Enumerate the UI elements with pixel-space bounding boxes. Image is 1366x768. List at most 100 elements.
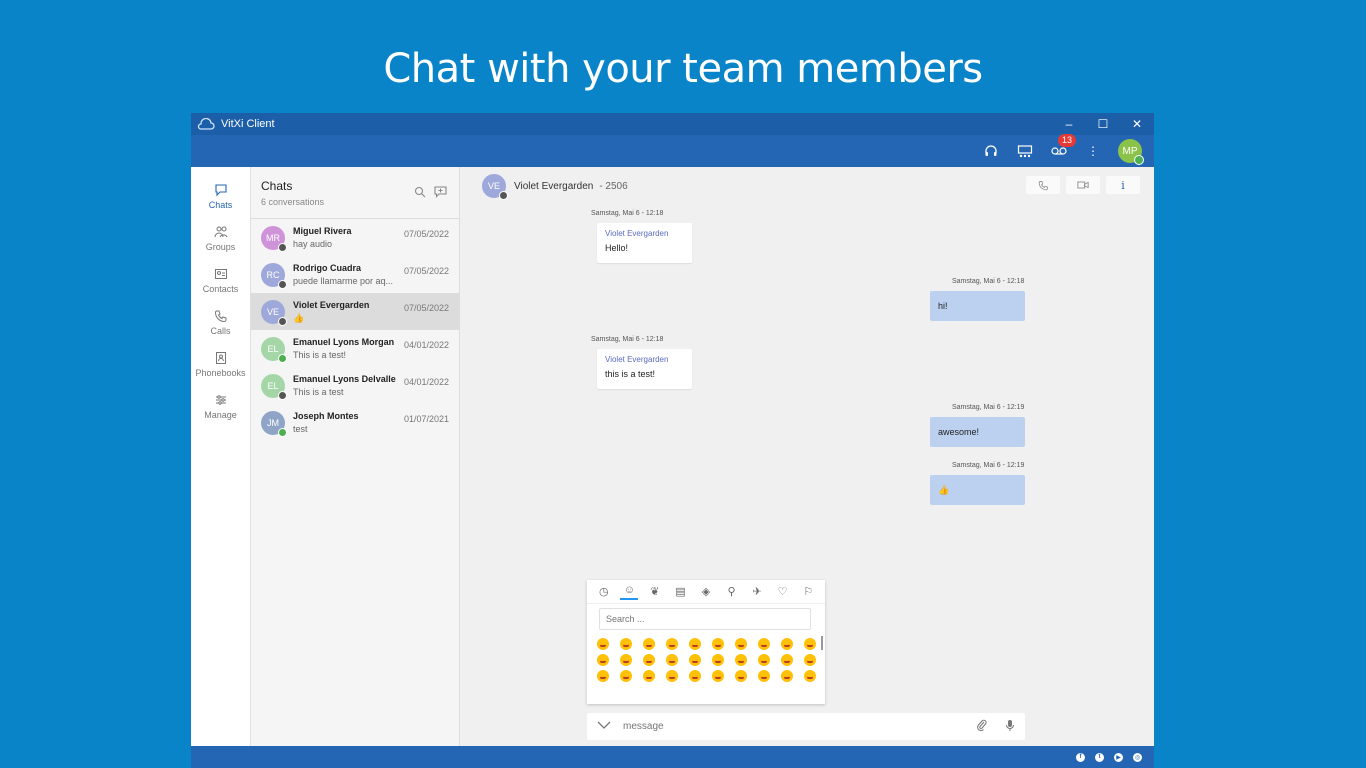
flags-tab-icon[interactable]: ⚐: [799, 585, 817, 598]
places-tab-icon[interactable]: ⚲: [723, 585, 741, 598]
recent-emoji-tab-icon[interactable]: ◷: [595, 585, 613, 598]
emoji-face-icon[interactable]: [665, 638, 678, 650]
sidebar-item-manage[interactable]: Manage: [191, 385, 250, 427]
attachment-icon[interactable]: [977, 719, 987, 734]
search-icon[interactable]: [414, 185, 426, 203]
conversation-preview: test: [293, 424, 308, 434]
emoji-face-icon[interactable]: [803, 654, 816, 666]
facebook-icon[interactable]: f: [1076, 752, 1085, 762]
emoji-face-icon[interactable]: [757, 654, 770, 666]
conversation-preview: hay audio: [293, 239, 333, 249]
info-button[interactable]: i: [1106, 176, 1140, 194]
emoji-face-icon[interactable]: [780, 670, 793, 682]
conversation-date: 04/01/2022: [403, 377, 449, 387]
emoji-face-icon[interactable]: [665, 670, 678, 682]
sidebar-item-label: Contacts: [202, 283, 239, 294]
list-item[interactable]: EL Emanuel Lyons Delvalle This is a test 04…: [251, 367, 459, 404]
contact-name: Violet Evergarden: [514, 180, 594, 192]
emoji-face-icon[interactable]: [757, 638, 770, 650]
avatar: EL: [261, 373, 287, 400]
avatar: EL: [261, 336, 287, 363]
voicemail-badge: 13: [1057, 134, 1076, 147]
emoji-face-icon[interactable]: [688, 654, 701, 666]
emoji-face-icon[interactable]: [780, 654, 793, 666]
emoji-face-icon[interactable]: [688, 638, 701, 650]
conference-icon[interactable]: [1016, 142, 1034, 160]
emoji-search-input[interactable]: [599, 608, 811, 630]
app-toolbar: 13 ⋮ MP: [191, 134, 1154, 167]
symbols-tab-icon[interactable]: ♡: [774, 585, 792, 598]
call-button[interactable]: [1026, 176, 1060, 194]
phonebook-icon: [215, 351, 226, 364]
conversation-list: Chats 6 conversations MR Miguel Rivera hay…: [251, 167, 460, 746]
message-sender: Violet Evergarden: [605, 229, 669, 238]
list-item[interactable]: MR Miguel Rivera hay audio 07/05/2022: [251, 219, 459, 256]
avatar: JM: [261, 410, 287, 437]
phone-icon: [214, 310, 226, 322]
video-icon: [1077, 181, 1089, 189]
more-menu-icon[interactable]: ⋮: [1084, 142, 1102, 160]
sidebar-item-label: Phonebooks: [195, 367, 246, 378]
chat-icon: [214, 183, 227, 196]
emoji-face-icon[interactable]: [734, 670, 747, 682]
emoji-face-icon[interactable]: [642, 670, 655, 682]
conversation-name: Emanuel Lyons Morgan: [293, 337, 395, 347]
emoji-face-icon[interactable]: [596, 654, 609, 666]
video-call-button[interactable]: [1066, 176, 1100, 194]
sidebar-item-calls[interactable]: Calls: [191, 301, 250, 343]
twitter-icon[interactable]: t: [1095, 752, 1104, 762]
emoji-face-icon[interactable]: [642, 654, 655, 666]
emoji-face-icon[interactable]: [619, 670, 632, 682]
sidebar-item-phonebooks[interactable]: Phonebooks: [191, 343, 250, 385]
new-chat-icon[interactable]: [434, 185, 447, 203]
chat-pane: VE Violet Evergarden - 2506 i Samstag, M…: [460, 167, 1154, 746]
headset-icon[interactable]: [982, 142, 1000, 160]
conversation-date: 04/01/2022: [403, 340, 449, 350]
sidebar-item-groups[interactable]: Groups: [191, 217, 250, 259]
emoji-face-icon[interactable]: [757, 670, 770, 682]
sidebar-nav: Chats Groups Contacts Calls Phonebooks M…: [191, 167, 251, 746]
voicemail-button[interactable]: 13: [1050, 134, 1076, 160]
emoji-face-icon[interactable]: [596, 670, 609, 682]
emoji-face-icon[interactable]: [734, 654, 747, 666]
emoji-face-icon[interactable]: [734, 638, 747, 650]
activity-tab-icon[interactable]: ◈: [697, 585, 715, 598]
message-input[interactable]: [623, 721, 959, 732]
app-body: Chats Groups Contacts Calls Phonebooks M…: [191, 167, 1154, 746]
window-title: VitXi Client: [221, 118, 275, 130]
smileys-tab-icon[interactable]: ☺: [620, 584, 639, 600]
emoji-face-icon[interactable]: [780, 638, 793, 650]
emoji-scrollbar[interactable]: [821, 636, 823, 650]
cloud-logo-icon: [197, 117, 215, 131]
list-item[interactable]: JM Joseph Montes test 01/07/2021: [251, 404, 459, 441]
close-button[interactable]: ✕: [1120, 117, 1154, 131]
travel-tab-icon[interactable]: ✈: [748, 585, 766, 598]
emoji-face-icon[interactable]: [619, 638, 632, 650]
conversation-date: 07/05/2022: [403, 229, 449, 239]
emoji-face-icon[interactable]: [642, 638, 655, 650]
instagram-icon[interactable]: ◎: [1133, 752, 1142, 762]
list-item[interactable]: RC Rodrigo Cuadra puede llamarme por aq...…: [251, 256, 459, 293]
emoji-face-icon[interactable]: [711, 654, 724, 666]
emoji-face-icon[interactable]: [803, 638, 816, 650]
emoji-face-icon[interactable]: [803, 670, 816, 682]
emoji-face-icon[interactable]: [596, 638, 609, 650]
list-item[interactable]: VE Violet Evergarden 👍 07/05/2022: [251, 293, 459, 330]
emoji-face-icon[interactable]: [688, 670, 701, 682]
emoji-face-icon[interactable]: [711, 670, 724, 682]
maximize-button[interactable]: ☐: [1086, 117, 1120, 131]
emoji-face-icon[interactable]: [619, 654, 632, 666]
sidebar-item-chats[interactable]: Chats: [191, 175, 250, 217]
chevron-down-icon[interactable]: [597, 721, 611, 732]
title-bar: VitXi Client – ☐ ✕: [191, 113, 1154, 135]
emoji-face-icon[interactable]: [665, 654, 678, 666]
nature-tab-icon[interactable]: ❦: [646, 585, 664, 598]
emoji-face-icon[interactable]: [711, 638, 724, 650]
microphone-icon[interactable]: [1005, 719, 1015, 735]
list-item[interactable]: EL Emanuel Lyons Morgan This is a test! 04/…: [251, 330, 459, 367]
sidebar-item-contacts[interactable]: Contacts: [191, 259, 250, 301]
user-avatar[interactable]: MP: [1118, 139, 1144, 165]
youtube-icon[interactable]: ▶: [1114, 752, 1123, 762]
minimize-button[interactable]: –: [1052, 117, 1086, 131]
food-tab-icon[interactable]: ▤: [671, 585, 689, 598]
